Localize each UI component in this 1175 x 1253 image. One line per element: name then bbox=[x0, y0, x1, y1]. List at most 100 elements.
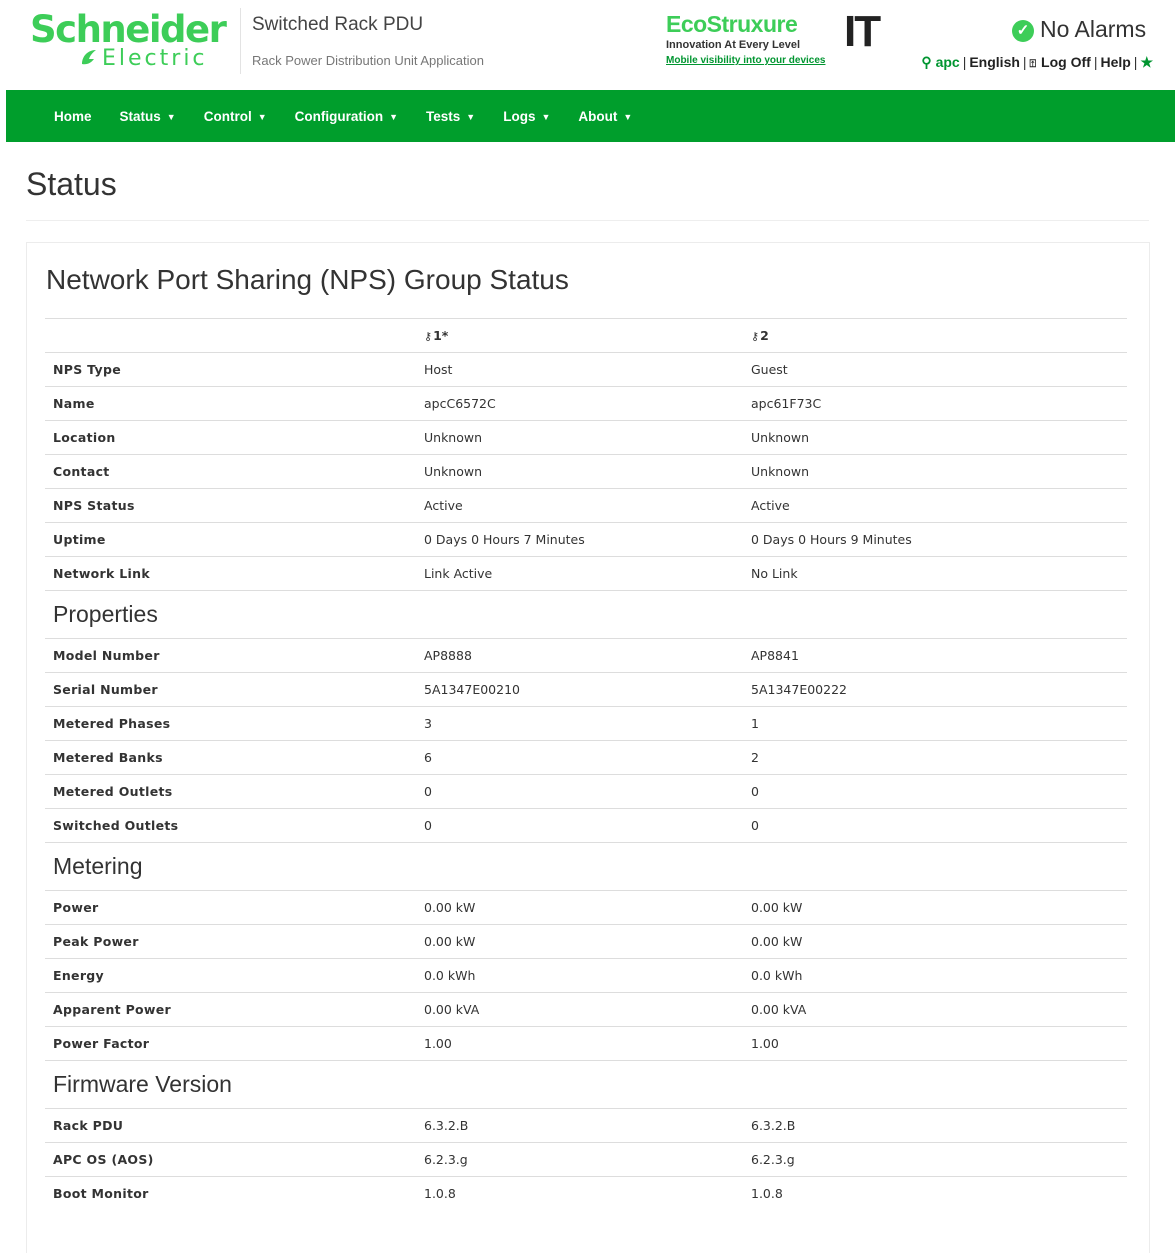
ecostruxure-logo: EcoStruxure IT Innovation At Every Level… bbox=[666, 10, 896, 72]
brand-line1: Schneider bbox=[30, 8, 227, 51]
caret-down-icon: ▼ bbox=[623, 111, 633, 122]
nav-control[interactable]: Control ▼ bbox=[204, 109, 267, 124]
device-2-value: 0.00 kVA bbox=[743, 992, 1127, 1027]
row-label: Serial Number bbox=[45, 672, 416, 707]
user-link[interactable]: ⚲ apc bbox=[921, 54, 959, 70]
panel-title: Network Port Sharing (NPS) Group Status bbox=[46, 264, 569, 295]
main-navbar: Home Status ▼ Control ▼ Configuration ▼ Tes… bbox=[6, 90, 1175, 142]
schneider-leaf-icon bbox=[82, 50, 96, 65]
row-label: Peak Power bbox=[45, 924, 416, 959]
alarm-status[interactable]: ✓ No Alarms bbox=[1012, 16, 1146, 43]
device-2-value: Active bbox=[743, 488, 1127, 523]
row-label: Energy bbox=[45, 958, 416, 993]
device-1-value: 1.00 bbox=[416, 1026, 743, 1061]
brand-line2-text: Electric bbox=[102, 46, 208, 71]
section-header-row: Firmware Version bbox=[45, 1060, 1127, 1109]
device-1-value: 3 bbox=[416, 706, 743, 741]
device-2-value: AP8841 bbox=[743, 638, 1127, 673]
nav-menu: Home Status ▼ Control ▼ Configuration ▼ Tes… bbox=[54, 90, 660, 142]
header: Schneider Electric Switched Rack PDU Rac… bbox=[0, 0, 1175, 90]
nav-tests[interactable]: Tests ▼ bbox=[426, 109, 475, 124]
row-label: Switched Outlets bbox=[45, 808, 416, 843]
check-icon: ✓ bbox=[1012, 20, 1034, 42]
device-2-value: Unknown bbox=[743, 420, 1127, 455]
table-row: Boot Monitor 1.0.8 1.0.8 bbox=[45, 1176, 1127, 1210]
device-1-label: 1* bbox=[433, 328, 449, 343]
device-1-value: 0 bbox=[416, 808, 743, 843]
section-title: Firmware Version bbox=[45, 1060, 1127, 1109]
nav-status[interactable]: Status ▼ bbox=[120, 109, 176, 124]
table-row: Metered Phases 3 1 bbox=[45, 706, 1127, 741]
device-2-value: 0.00 kW bbox=[743, 890, 1127, 925]
row-label: Model Number bbox=[45, 638, 416, 673]
brand-line2: Electric bbox=[78, 46, 208, 71]
nav-home-label: Home bbox=[54, 108, 92, 124]
row-label: Boot Monitor bbox=[45, 1176, 416, 1210]
device-2-value: 0 Days 0 Hours 9 Minutes bbox=[743, 522, 1127, 557]
title-divider bbox=[26, 220, 1149, 221]
device-2-value: Guest bbox=[743, 352, 1127, 387]
device-2-value: Unknown bbox=[743, 454, 1127, 489]
device-1-value: 0 bbox=[416, 774, 743, 809]
row-label: Power bbox=[45, 890, 416, 925]
device-2-value: 2 bbox=[743, 740, 1127, 775]
header-divider bbox=[240, 8, 241, 74]
device-1-value: 0.00 kVA bbox=[416, 992, 743, 1027]
row-label: Metered Phases bbox=[45, 706, 416, 741]
caret-down-icon: ▼ bbox=[389, 111, 399, 122]
row-label: Location bbox=[45, 420, 416, 455]
table-row: Serial Number 5A1347E00210 5A1347E00222 bbox=[45, 672, 1127, 707]
device-1-value: 1.0.8 bbox=[416, 1176, 743, 1210]
row-label: Uptime bbox=[45, 522, 416, 557]
table-row: Power Factor 1.00 1.00 bbox=[45, 1026, 1127, 1061]
nav-home[interactable]: Home bbox=[54, 109, 92, 124]
table-row: NPS Status Active Active bbox=[45, 488, 1127, 523]
table-row: Network Link Link Active No Link bbox=[45, 556, 1127, 591]
table-row: Apparent Power 0.00 kVA 0.00 kVA bbox=[45, 992, 1127, 1027]
device-2-label: 2 bbox=[760, 328, 769, 343]
device-2-value: 1 bbox=[743, 706, 1127, 741]
device-1-value: Unknown bbox=[416, 454, 743, 489]
table-row: Rack PDU 6.3.2.B 6.3.2.B bbox=[45, 1108, 1127, 1143]
nav-logs[interactable]: Logs ▼ bbox=[503, 109, 550, 124]
caret-down-icon: ▼ bbox=[257, 111, 267, 122]
row-label: Rack PDU bbox=[45, 1108, 416, 1143]
section-header-row: Properties bbox=[45, 590, 1127, 639]
device-1-value: 0.00 kW bbox=[416, 890, 743, 925]
caret-down-icon: ▼ bbox=[541, 111, 551, 122]
device-icon: ⚷ bbox=[751, 330, 760, 343]
table-row: Metered Banks 6 2 bbox=[45, 740, 1127, 775]
logoff-link[interactable]: ⍐ Log Off bbox=[1030, 54, 1091, 70]
device-1-value: 6.2.3.g bbox=[416, 1142, 743, 1177]
eco-name: EcoStruxure IT bbox=[666, 10, 896, 54]
device-2-value: 0 bbox=[743, 808, 1127, 843]
pin-icon[interactable]: ★ bbox=[1140, 54, 1153, 70]
device-2-value: 0 bbox=[743, 774, 1127, 809]
app-subtitle: Rack Power Distribution Unit Application bbox=[252, 53, 484, 68]
table-header-row: ⚷1* ⚷2 bbox=[45, 318, 1127, 353]
device-2-value: 1.00 bbox=[743, 1026, 1127, 1061]
nav-about[interactable]: About ▼ bbox=[578, 109, 632, 124]
device-2-value: 1.0.8 bbox=[743, 1176, 1127, 1210]
nav-configuration[interactable]: Configuration ▼ bbox=[295, 109, 398, 124]
device-2-value: No Link bbox=[743, 556, 1127, 591]
caret-down-icon: ▼ bbox=[466, 111, 476, 122]
schneider-electric-logo[interactable]: Schneider Electric bbox=[30, 10, 230, 74]
device-1-value: apcC6572C bbox=[416, 386, 743, 421]
table-row: Energy 0.0 kWh 0.0 kWh bbox=[45, 958, 1127, 993]
row-label: Apparent Power bbox=[45, 992, 416, 1027]
device-1-value: Host bbox=[416, 352, 743, 387]
user-icon: ⚲ bbox=[921, 54, 932, 70]
nav-tests-label: Tests bbox=[426, 108, 461, 124]
language-link[interactable]: English bbox=[969, 54, 1020, 70]
help-link[interactable]: Help bbox=[1100, 54, 1130, 70]
separator: | bbox=[962, 54, 967, 70]
separator: | bbox=[1022, 54, 1027, 70]
mobile-visibility-link[interactable]: Mobile visibility into your devices bbox=[666, 55, 896, 66]
table-row: Power 0.00 kW 0.00 kW bbox=[45, 890, 1127, 925]
separator: | bbox=[1133, 54, 1138, 70]
header-cell-device-1: ⚷1* bbox=[416, 318, 743, 353]
table-row: Uptime 0 Days 0 Hours 7 Minutes 0 Days 0 H… bbox=[45, 522, 1127, 557]
utility-links: ⚲ apc | English | ⍐ Log Off | Help | ★ bbox=[921, 54, 1153, 71]
row-label: NPS Status bbox=[45, 488, 416, 523]
